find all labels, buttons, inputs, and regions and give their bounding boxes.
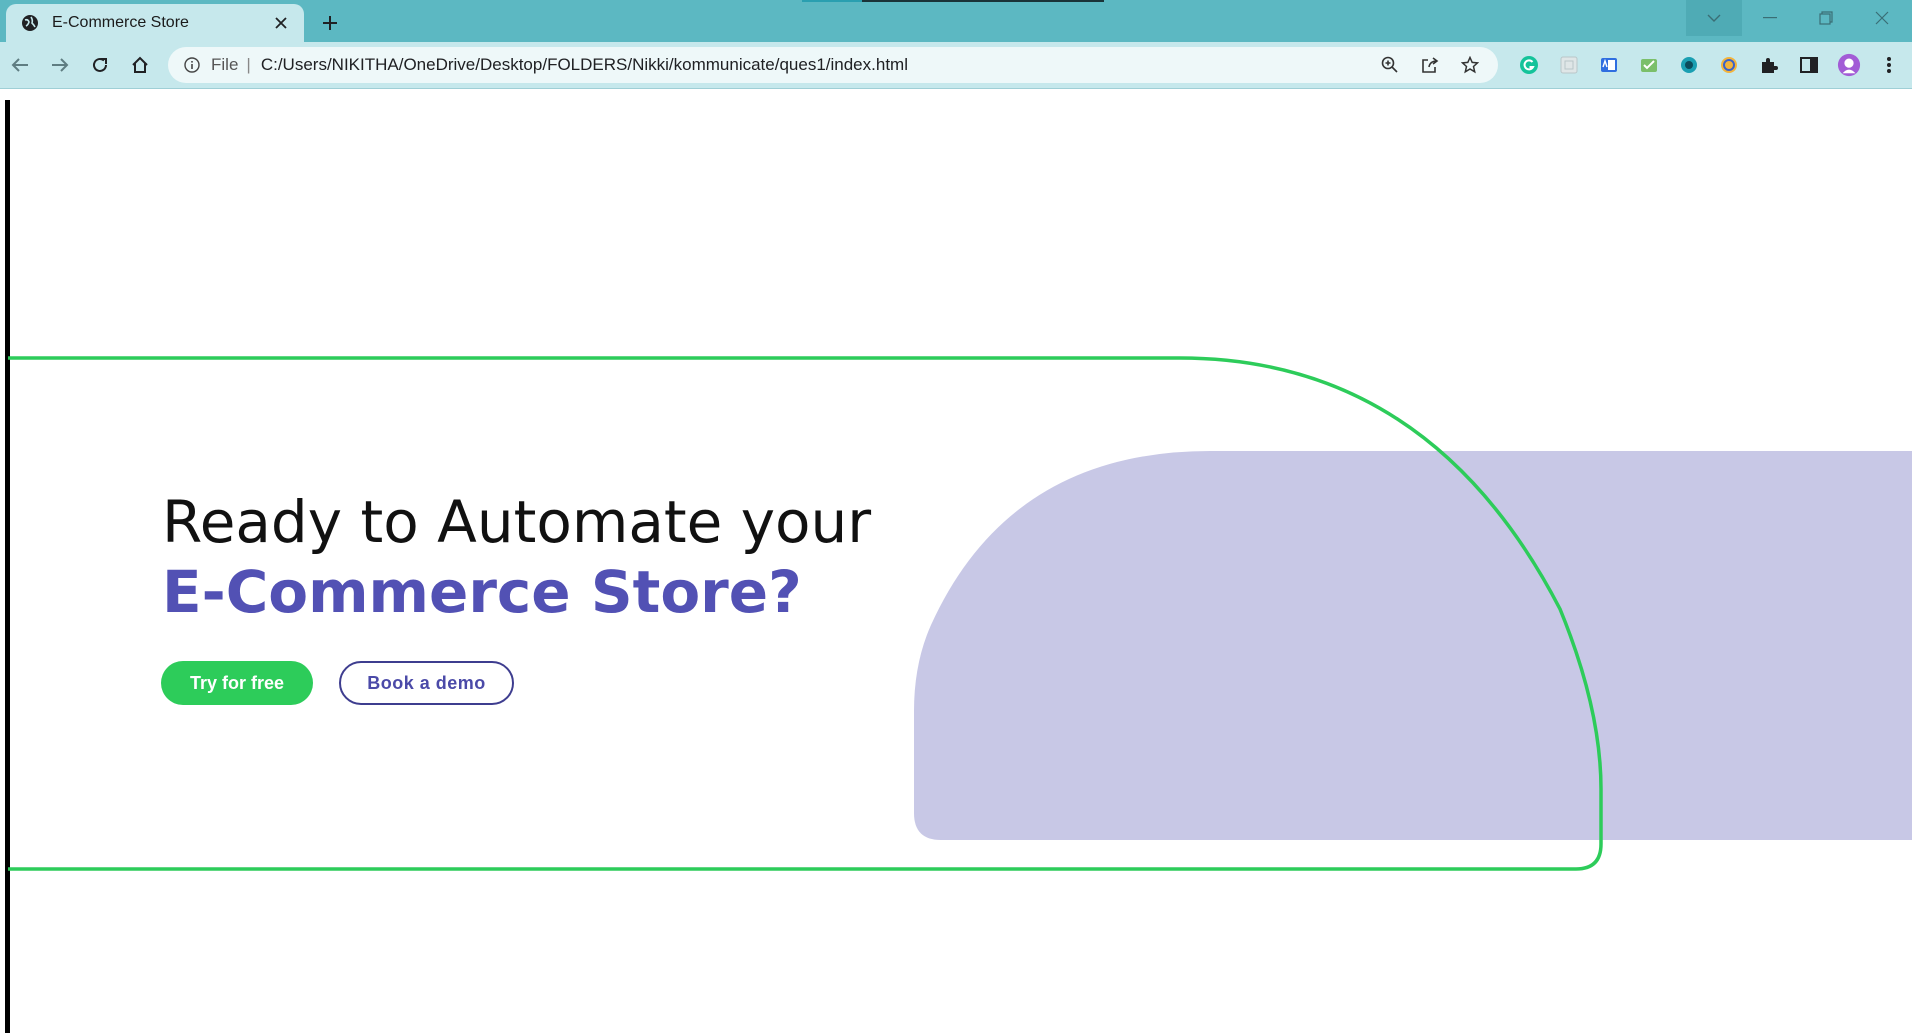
reload-icon[interactable] — [88, 53, 112, 77]
home-icon[interactable] — [128, 53, 152, 77]
tab-strip-accent — [802, 0, 862, 2]
grammarly-extension-icon[interactable] — [1517, 53, 1541, 77]
kebab-menu-icon[interactable] — [1877, 53, 1901, 77]
tab-strip-accent-dark — [862, 0, 1104, 2]
extension-placeholder-icon[interactable] — [1557, 53, 1581, 77]
scheme-separator: | — [246, 55, 251, 74]
tab-strip: E-Commerce Store — [0, 0, 1912, 42]
close-window-icon[interactable] — [1854, 0, 1910, 36]
tab-search-chevron-icon[interactable] — [1686, 0, 1742, 36]
browser-tab-active[interactable]: E-Commerce Store — [6, 4, 304, 42]
forward-arrow-icon[interactable] — [48, 53, 72, 77]
profile-avatar[interactable] — [1837, 53, 1861, 77]
record-extension-icon[interactable] — [1677, 53, 1701, 77]
hero-heading: Ready to Automate your E-Commerce Store? — [162, 487, 871, 627]
sync-extension-icon[interactable] — [1717, 53, 1741, 77]
scheme-label: File — [211, 55, 239, 74]
book-a-demo-button[interactable]: Book a demo — [339, 661, 514, 705]
new-tab-icon[interactable] — [318, 11, 342, 35]
try-for-free-button[interactable]: Try for free — [161, 661, 313, 705]
translate-extension-icon[interactable] — [1597, 53, 1621, 77]
lavender-shape — [914, 451, 1912, 840]
back-arrow-icon[interactable] — [8, 53, 32, 77]
close-tab-icon[interactable] — [270, 12, 292, 34]
browser-toolbar: File | C:/Users/NIKITHA/OneDrive/Desktop… — [0, 42, 1912, 89]
globe-icon — [20, 13, 40, 33]
hero-title-line2: E-Commerce Store? — [162, 558, 802, 626]
zoom-icon[interactable] — [1378, 53, 1402, 77]
address-bar[interactable]: File | C:/Users/NIKITHA/OneDrive/Desktop… — [168, 47, 1498, 83]
hero-title-line1: Ready to Automate your — [162, 488, 872, 556]
puzzle-extensions-icon[interactable] — [1757, 53, 1781, 77]
url-text[interactable]: C:/Users/NIKITHA/OneDrive/Desktop/FOLDER… — [261, 55, 1378, 75]
minimize-icon[interactable] — [1742, 0, 1798, 36]
side-panel-icon[interactable] — [1797, 53, 1821, 77]
restore-icon[interactable] — [1798, 0, 1854, 36]
star-bookmark-icon[interactable] — [1458, 53, 1482, 77]
mail-check-extension-icon[interactable] — [1637, 53, 1661, 77]
page-viewport: Ready to Automate your E-Commerce Store?… — [0, 89, 1912, 1033]
share-icon[interactable] — [1418, 53, 1442, 77]
info-icon[interactable] — [182, 55, 202, 75]
tab-title: E-Commerce Store — [52, 14, 189, 31]
